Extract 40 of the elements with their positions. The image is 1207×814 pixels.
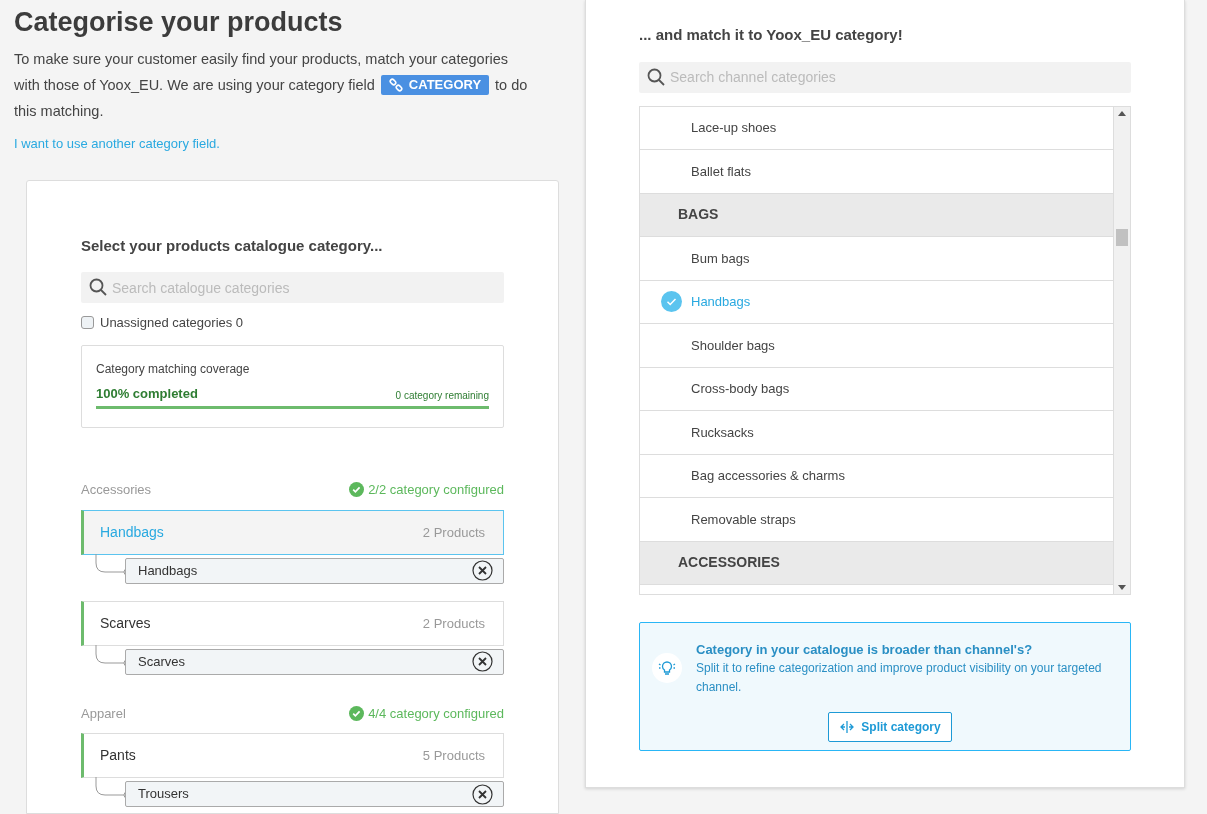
remove-icon[interactable]: [472, 560, 493, 581]
intro-text: with those of Yoox_EU. We are using your category field: [14, 76, 375, 95]
check-circle-icon: [661, 291, 682, 313]
catalogue-category[interactable]: Pants 5 Products: [81, 733, 504, 778]
search-icon: [89, 278, 107, 296]
mapped-category-chip: Trousers: [125, 781, 504, 807]
coverage-completed: 100% completed: [96, 384, 198, 403]
check-circle-icon: [349, 482, 365, 498]
coverage-title: Category matching coverage: [96, 360, 251, 378]
panel-heading: ... and match it to Yoox_EU category!: [639, 25, 904, 45]
panel-heading: Select your products catalogue category...: [81, 235, 384, 256]
split-icon: [839, 721, 856, 733]
page-title: Categorise your products: [14, 6, 344, 39]
intro-text: To make sure your customer easily find your products, match your categories: [14, 50, 509, 69]
scroll-up-icon[interactable]: [1118, 110, 1126, 116]
tip-text: Split it to refine categorization and improve product visibility on your targeted channel.: [696, 660, 1103, 696]
group-label: Apparel: [81, 704, 126, 723]
remove-icon[interactable]: [472, 651, 493, 672]
check-circle-icon: [349, 705, 365, 721]
search-icon: [647, 67, 665, 86]
link-icon: [388, 78, 403, 92]
scroll-down-icon[interactable]: [1118, 584, 1126, 590]
category-group-header: ACCESSORIES: [640, 541, 1113, 585]
remove-icon[interactable]: [472, 783, 493, 805]
mapped-category-chip: Scarves: [125, 648, 504, 675]
intro-text: to do: [495, 76, 528, 95]
group-label: Accessories: [81, 481, 152, 499]
intro-text: this matching.: [14, 102, 104, 121]
lightbulb-icon: [652, 652, 682, 683]
checkbox-label: Unassigned categories 0: [100, 314, 244, 332]
mapped-category-chip: Handbags: [125, 557, 504, 584]
category-group-header: BAGS: [640, 193, 1113, 237]
coverage-remaining: 0 category remaining: [395, 389, 489, 403]
scrollbar[interactable]: [1113, 106, 1130, 594]
scrollbar-thumb[interactable]: [1116, 228, 1128, 246]
group-status: 2/2 category configured: [368, 481, 504, 499]
checkbox[interactable]: [81, 316, 94, 330]
tip-title: Category in your catalogue is broader than channel's?: [696, 640, 1034, 659]
group-status: 4/4 category configured: [368, 704, 504, 723]
catalogue-category[interactable]: Scarves 2 Products: [81, 600, 504, 646]
